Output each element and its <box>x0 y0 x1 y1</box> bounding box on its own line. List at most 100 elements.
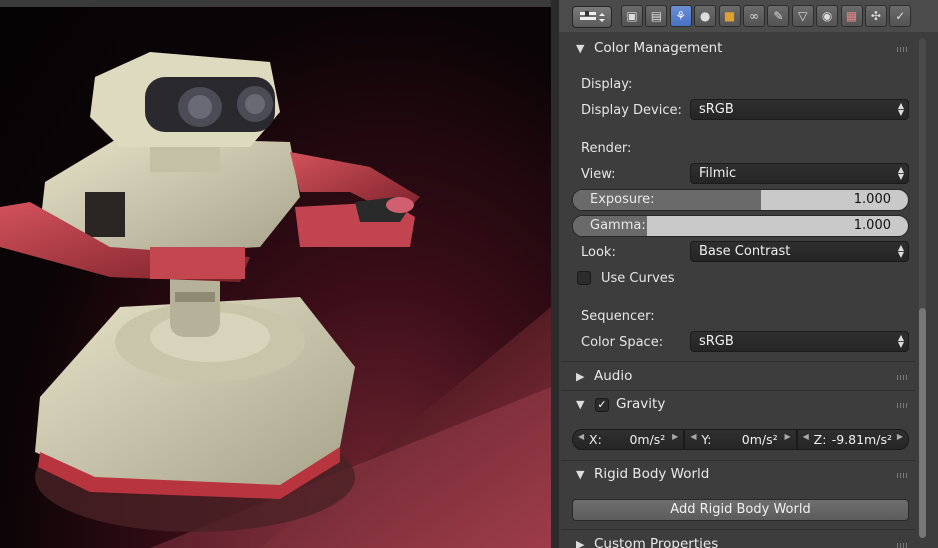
gravity-y-value: 0m/s² <box>741 432 778 447</box>
color-management-header[interactable]: ▼ Color Management <box>561 36 915 62</box>
decrement-arrow-icon[interactable]: ◀ <box>803 432 809 441</box>
color-space-dropdown[interactable]: sRGB ▲ ▼ <box>690 331 909 352</box>
gamma-label: Gamma: <box>590 218 646 233</box>
section-divider <box>561 390 915 391</box>
gravity-enabled-checkbox[interactable]: ✓ <box>595 398 609 412</box>
expand-triangle-icon: ▶ <box>576 538 585 548</box>
increment-arrow-icon[interactable]: ▶ <box>897 432 903 441</box>
look-label: Look: <box>581 245 616 260</box>
panel-drag-grip-icon[interactable] <box>897 473 909 478</box>
render-label: Render: <box>581 141 632 156</box>
decrement-arrow-icon[interactable]: ◀ <box>690 432 696 441</box>
gravity-x-value: 0m/s² <box>629 432 666 447</box>
area-splitter[interactable] <box>551 0 559 548</box>
gravity-x-label: X: <box>589 432 602 447</box>
gravity-z-field[interactable]: ◀ Z: -9.81m/s² ▶ <box>796 429 909 450</box>
scene-tab[interactable]: ⚘ <box>669 5 692 27</box>
display-device-label: Display Device: <box>581 103 682 118</box>
texture-tab[interactable]: ▦ <box>840 5 863 27</box>
dropdown-arrows-icon: ▲ ▼ <box>897 243 904 259</box>
properties-header: ▣ ▤ ⚘ ● ■ ∞ ✎ ▽ ◉ ▦ ✣ ✓ <box>559 0 938 32</box>
camera-render-icon: ▣ <box>626 9 638 23</box>
gravity-z-value: -9.81m/s² <box>831 432 892 447</box>
gamma-slider[interactable]: Gamma: 1.000 <box>572 215 909 237</box>
exposure-label: Exposure: <box>590 192 655 207</box>
material-tab[interactable]: ◉ <box>816 5 839 27</box>
context-tabs: ▣ ▤ ⚘ ● ■ ∞ ✎ ▽ ◉ ▦ ✣ ✓ <box>621 5 914 27</box>
dropdown-arrows-icon: ▲ ▼ <box>897 101 904 117</box>
scene-icon: ⚘ <box>675 9 687 23</box>
add-rigid-body-world-button[interactable]: Add Rigid Body World <box>572 499 909 521</box>
sequencer-label: Sequencer: <box>581 309 655 324</box>
editor-type-selector[interactable] <box>572 6 612 28</box>
physics-tab[interactable]: ✓ <box>889 5 912 27</box>
display-device-value: sRGB <box>699 102 734 117</box>
rendered-image <box>0 7 551 548</box>
exposure-slider[interactable]: Exposure: 1.000 <box>572 189 909 211</box>
panel-drag-grip-icon[interactable] <box>897 375 909 380</box>
display-device-dropdown[interactable]: sRGB ▲ ▼ <box>690 99 909 120</box>
rigid-body-world-title: Rigid Body World <box>594 466 710 482</box>
gravity-z-label: Z: <box>813 432 827 447</box>
look-value: Base Contrast <box>699 244 791 259</box>
panel-drag-grip-icon[interactable] <box>897 543 909 548</box>
audio-header[interactable]: ▶ Audio <box>561 364 915 390</box>
object-icon: ■ <box>723 9 736 23</box>
gravity-y-label: Y: <box>701 432 712 447</box>
color-space-label: Color Space: <box>581 335 664 350</box>
particles-tab[interactable]: ✣ <box>864 5 887 27</box>
increment-arrow-icon[interactable]: ▶ <box>785 432 791 441</box>
render-tab[interactable]: ▣ <box>621 5 643 27</box>
gravity-x-field[interactable]: ◀ X: 0m/s² ▶ <box>572 429 685 450</box>
custom-properties-header[interactable]: ▶ Custom Properties <box>561 532 915 548</box>
properties-editor-icon <box>580 11 605 22</box>
view-dropdown[interactable]: Filmic ▲ ▼ <box>690 163 909 184</box>
collapse-triangle-icon: ▼ <box>576 468 585 481</box>
render-layers-tab[interactable]: ▤ <box>645 5 668 27</box>
color-space-value: sRGB <box>699 334 734 349</box>
look-dropdown[interactable]: Base Contrast ▲ ▼ <box>690 241 909 262</box>
panel-drag-grip-icon[interactable] <box>897 403 909 408</box>
modifiers-tab[interactable]: ✎ <box>767 5 790 27</box>
world-tab[interactable]: ● <box>694 5 717 27</box>
expand-triangle-icon: ▶ <box>576 370 585 383</box>
exposure-value: 1.000 <box>853 192 891 207</box>
use-curves-label: Use Curves <box>601 271 675 286</box>
robot-render-illustration <box>0 52 551 548</box>
view-value: Filmic <box>699 166 737 181</box>
viewport-top-strip <box>0 0 551 7</box>
color-management-title: Color Management <box>594 40 723 56</box>
section-divider <box>561 361 915 362</box>
dropdown-arrows-icon: ▲ ▼ <box>897 333 904 349</box>
custom-properties-title: Custom Properties <box>594 536 719 548</box>
collapse-triangle-icon: ▼ <box>576 398 585 411</box>
physics-icon: ✓ <box>895 9 906 23</box>
properties-editor: ▣ ▤ ⚘ ● ■ ∞ ✎ ▽ ◉ ▦ ✣ ✓ ▼ Color Manageme… <box>559 0 938 548</box>
render-layers-icon: ▤ <box>650 9 663 23</box>
gamma-value: 1.000 <box>853 218 891 233</box>
material-icon: ◉ <box>821 9 833 23</box>
render-viewport[interactable] <box>0 0 551 548</box>
section-divider <box>561 529 915 530</box>
modifiers-wrench-icon: ✎ <box>773 9 784 23</box>
gravity-header[interactable]: ▼ ✓ Gravity <box>561 392 915 418</box>
texture-icon: ▦ <box>845 9 858 23</box>
world-icon: ● <box>699 9 711 23</box>
object-data-tab[interactable]: ▽ <box>791 5 814 27</box>
increment-arrow-icon[interactable]: ▶ <box>672 432 678 441</box>
gravity-y-field[interactable]: ◀ Y: 0m/s² ▶ <box>684 429 797 450</box>
audio-title: Audio <box>594 368 633 384</box>
dropdown-arrows-icon: ▲ ▼ <box>897 165 904 181</box>
object-tab[interactable]: ■ <box>718 5 741 27</box>
rigid-body-world-header[interactable]: ▼ Rigid Body World <box>561 462 915 488</box>
display-label: Display: <box>581 77 633 92</box>
scrollbar-thumb[interactable] <box>919 308 926 538</box>
constraints-tab[interactable]: ∞ <box>742 5 765 27</box>
panel-drag-grip-icon[interactable] <box>897 47 909 52</box>
decrement-arrow-icon[interactable]: ◀ <box>578 432 584 441</box>
gravity-vector-field: ◀ X: 0m/s² ▶ ◀ Y: 0m/s² ▶ ◀ Z: -9.81m/s²… <box>572 429 909 450</box>
collapse-triangle-icon: ▼ <box>576 42 585 55</box>
use-curves-checkbox[interactable] <box>577 271 591 285</box>
particles-icon: ✣ <box>870 9 881 23</box>
section-divider <box>561 460 915 461</box>
